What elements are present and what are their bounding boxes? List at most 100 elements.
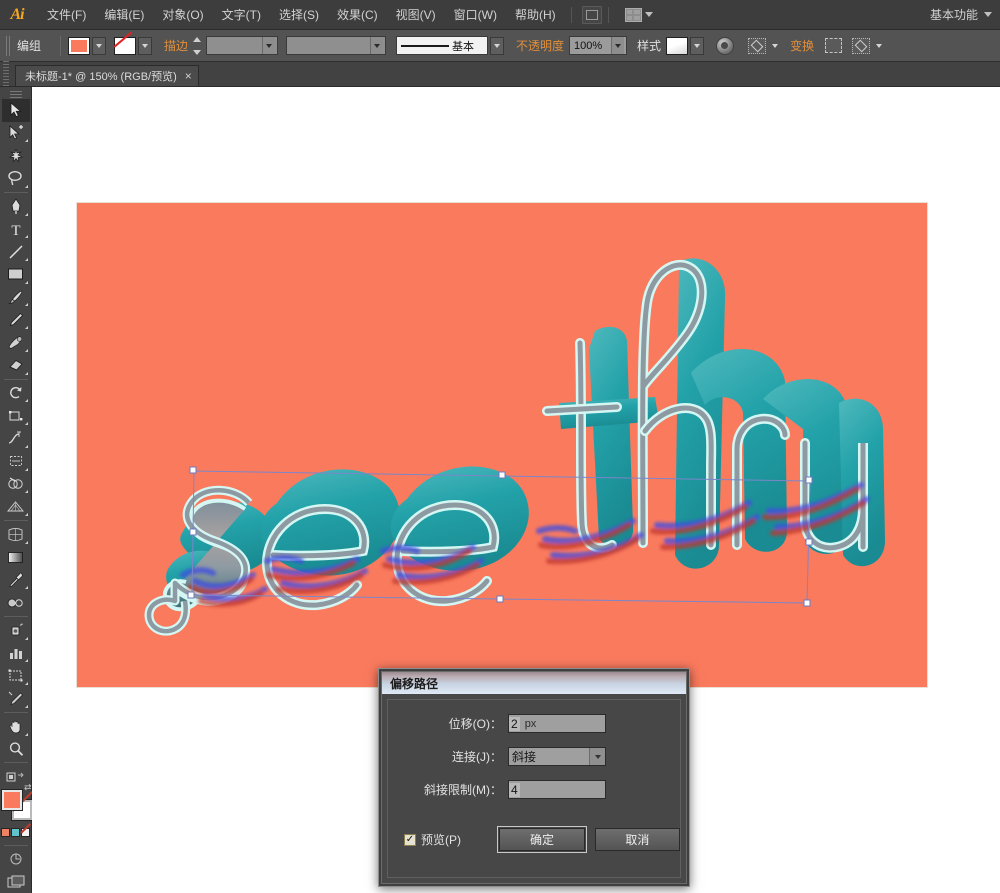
- mask-dropdown-icon[interactable]: [768, 37, 782, 55]
- menu-bar: Ai 文件(F) 编辑(E) 对象(O) 文字(T) 选择(S) 效果(C) 视…: [0, 0, 1000, 30]
- type-tool[interactable]: T: [2, 218, 30, 241]
- selection-type-label: 编组: [17, 39, 42, 53]
- opacity-label[interactable]: 不透明度: [516, 37, 564, 54]
- pencil-tool[interactable]: [2, 308, 30, 331]
- zoom-tool[interactable]: [2, 738, 30, 761]
- blend-tool[interactable]: [2, 591, 30, 614]
- document-tab-title: 未标题-1* @ 150% (RGB/预览): [25, 71, 177, 83]
- opacity-mask-icon[interactable]: [748, 37, 767, 54]
- offset-path-dialog[interactable]: 偏移路径 位移(O)： 2 px 连接(J)： 斜接 斜接限制(M)： 4 ✓ …: [378, 668, 690, 887]
- transform-label[interactable]: 变换: [790, 37, 814, 54]
- perspective-grid-tool[interactable]: [2, 495, 30, 518]
- none-button[interactable]: [20, 823, 31, 837]
- symbol-sprayer-tool[interactable]: [2, 619, 30, 642]
- brush-definition-combo[interactable]: 基本: [396, 36, 489, 55]
- artwork-3d-text: [77, 203, 927, 687]
- style-dropdown-icon[interactable]: [690, 36, 705, 55]
- blob-brush-tool[interactable]: [2, 331, 30, 354]
- line-segment-tool[interactable]: [2, 240, 30, 263]
- artboard[interactable]: [77, 203, 927, 687]
- tools-panel: T ⇄: [0, 87, 33, 893]
- cb-divider-1: [60, 35, 62, 56]
- preview-checkbox[interactable]: ✓: [404, 833, 416, 846]
- menubar-right-group: 基本功能: [930, 6, 1000, 23]
- miter-limit-label: 斜接限制(M)：: [424, 783, 502, 797]
- dialog-body: 位移(O)： 2 px 连接(J)： 斜接 斜接限制(M)： 4 ✓ 预览(P)…: [387, 699, 681, 878]
- offset-label: 位移(O)：: [448, 717, 502, 731]
- stroke-weight-label[interactable]: 描边: [164, 37, 188, 54]
- menu-effect[interactable]: 效果(C): [328, 4, 387, 26]
- eyedropper-tool[interactable]: [2, 569, 30, 592]
- rotate-tool[interactable]: [2, 382, 30, 405]
- eraser-tool[interactable]: [2, 354, 30, 377]
- workspace-label[interactable]: 基本功能: [930, 6, 978, 23]
- change-screen-mode-icon[interactable]: [2, 870, 30, 893]
- menu-help[interactable]: 帮助(H): [506, 4, 565, 26]
- brush-definition-dropdown-icon[interactable]: [490, 36, 505, 55]
- recolor-artwork-icon[interactable]: [716, 36, 735, 55]
- align-icon[interactable]: [825, 38, 843, 53]
- stroke-color-swatch[interactable]: [114, 36, 137, 55]
- illustrator-window: Ai 文件(F) 编辑(E) 对象(O) 文字(T) 选择(S) 效果(C) 视…: [0, 0, 1000, 893]
- workspace-chevron-down-icon[interactable]: [984, 12, 992, 17]
- menu-file[interactable]: 文件(F): [38, 4, 95, 26]
- bridge-icon[interactable]: [581, 5, 602, 24]
- fill-dropdown-icon[interactable]: [92, 36, 107, 55]
- close-icon[interactable]: ×: [185, 70, 192, 82]
- document-tab-bar: 未标题-1* @ 150% (RGB/预览) ×: [0, 61, 1000, 87]
- lasso-tool[interactable]: [2, 167, 30, 190]
- preview-label: 预览(P): [421, 833, 461, 847]
- stroke-dropdown-icon[interactable]: [138, 36, 153, 55]
- preview-checkbox-group[interactable]: ✓ 预览(P): [404, 831, 489, 848]
- control-bar-grip[interactable]: [6, 35, 11, 56]
- free-transform-tool[interactable]: [2, 450, 30, 473]
- color-button[interactable]: [1, 827, 10, 837]
- menu-window[interactable]: 窗口(W): [445, 4, 506, 26]
- gradient-tool[interactable]: [2, 546, 30, 569]
- pen-tool[interactable]: [2, 195, 30, 218]
- selection-tool[interactable]: [1, 98, 30, 122]
- direct-selection-tool[interactable]: [2, 122, 30, 145]
- shape-builder-tool[interactable]: [2, 473, 30, 496]
- tab-bar-grip[interactable]: [3, 61, 9, 86]
- opacity-combo[interactable]: 100%: [569, 36, 628, 55]
- join-select[interactable]: 斜接: [508, 747, 606, 766]
- shape-options-icon[interactable]: [852, 37, 871, 54]
- rectangle-tool[interactable]: [2, 263, 30, 286]
- menu-object[interactable]: 对象(O): [153, 4, 212, 26]
- arrange-documents-icon[interactable]: [624, 6, 653, 24]
- variable-width-profile-combo[interactable]: [286, 36, 387, 55]
- menu-edit[interactable]: 编辑(E): [95, 4, 153, 26]
- width-tool[interactable]: [2, 427, 30, 450]
- stroke-weight-stepper[interactable]: [193, 36, 204, 55]
- offset-field[interactable]: 2 px: [508, 714, 606, 733]
- mesh-tool[interactable]: [2, 523, 30, 546]
- ok-button[interactable]: 确定: [497, 826, 587, 853]
- stroke-weight-combo[interactable]: [206, 36, 279, 55]
- style-label[interactable]: 样式: [637, 37, 661, 54]
- menu-select[interactable]: 选择(S): [270, 4, 328, 26]
- scale-tool[interactable]: [2, 404, 30, 427]
- column-graph-tool[interactable]: [2, 642, 30, 665]
- fill-color-swatch[interactable]: [68, 36, 91, 55]
- hand-tool[interactable]: [2, 715, 30, 738]
- chevron-down-icon: [644, 12, 653, 17]
- app-logo-icon: Ai: [10, 5, 24, 23]
- cancel-button[interactable]: 取消: [594, 828, 681, 851]
- artboard-tool[interactable]: [2, 664, 30, 687]
- tools-panel-grip[interactable]: [9, 89, 22, 98]
- screen-mode-icon[interactable]: [2, 848, 30, 871]
- magic-wand-tool[interactable]: [2, 144, 30, 167]
- miter-limit-field[interactable]: 4: [508, 780, 606, 799]
- shape-dropdown-icon[interactable]: [872, 37, 886, 55]
- menu-type[interactable]: 文字(T): [213, 4, 270, 26]
- paintbrush-tool[interactable]: [2, 286, 30, 309]
- chevron-down-icon[interactable]: [589, 748, 605, 765]
- slice-tool[interactable]: [2, 687, 30, 710]
- document-tab[interactable]: 未标题-1* @ 150% (RGB/预览) ×: [15, 65, 199, 86]
- menu-view[interactable]: 视图(V): [387, 4, 445, 26]
- graphic-style-swatch[interactable]: [666, 36, 689, 55]
- toolbar-fill-swatch[interactable]: [0, 789, 23, 812]
- join-label: 连接(J)：: [452, 750, 502, 764]
- gradient-button[interactable]: [11, 827, 20, 837]
